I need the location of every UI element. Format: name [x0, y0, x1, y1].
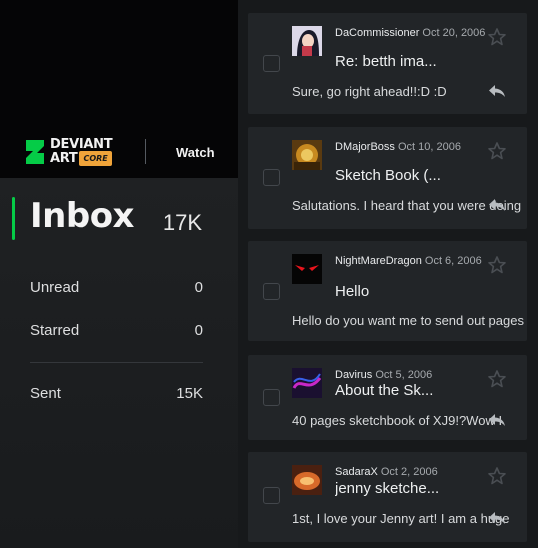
- select-checkbox[interactable]: [263, 487, 280, 504]
- star-icon[interactable]: [487, 141, 507, 161]
- deviantart-logo-icon: [26, 140, 44, 164]
- message-subject[interactable]: jenny sketche...: [335, 480, 455, 497]
- folder-starred[interactable]: Starred 0: [30, 322, 203, 339]
- reply-icon[interactable]: [487, 197, 507, 213]
- avatar: [292, 465, 322, 495]
- select-checkbox[interactable]: [263, 169, 280, 186]
- avatar: [292, 26, 322, 56]
- star-icon[interactable]: [487, 369, 507, 389]
- sender-name[interactable]: DMajorBoss: [335, 141, 395, 153]
- message-date: Oct 2, 2006: [380, 466, 438, 478]
- brand-line2: ART: [50, 151, 78, 166]
- message-list: DaCommissioner Oct 20, 2006 Re: betth im…: [238, 0, 538, 548]
- message-date: Oct 10, 2006: [397, 141, 461, 153]
- select-checkbox[interactable]: [263, 283, 280, 300]
- folder-unread[interactable]: Unread 0: [30, 279, 203, 296]
- watch-button[interactable]: Watch: [176, 145, 215, 160]
- sender-name[interactable]: SadaraX: [335, 466, 378, 478]
- sender-name[interactable]: NightMareDragon: [335, 255, 422, 267]
- reply-icon[interactable]: [487, 83, 507, 99]
- folder-label: Sent: [30, 385, 61, 402]
- sender-name[interactable]: DaCommissioner: [335, 27, 419, 39]
- message-item[interactable]: Davirus Oct 5, 2006 About the Sk... 40 p…: [248, 355, 527, 440]
- reply-icon[interactable]: [487, 412, 507, 428]
- core-badge: CORE: [79, 151, 112, 166]
- select-checkbox[interactable]: [263, 389, 280, 406]
- avatar: [292, 254, 322, 284]
- deviantart-core-logo[interactable]: DEVIANT ART CORE: [24, 137, 113, 166]
- sender-name[interactable]: Davirus: [335, 369, 372, 381]
- folder-count: 0: [194, 322, 203, 339]
- avatar: [292, 140, 322, 170]
- header-divider: [145, 139, 146, 164]
- inbox-title[interactable]: Inbox: [30, 196, 134, 236]
- message-subject[interactable]: About the Sk...: [335, 382, 455, 399]
- message-item[interactable]: DaCommissioner Oct 20, 2006 Re: betth im…: [248, 13, 527, 114]
- message-subject[interactable]: Sketch Book (...: [335, 167, 455, 184]
- folder-label: Starred: [30, 322, 80, 339]
- avatar: [292, 368, 322, 398]
- star-icon[interactable]: [487, 27, 507, 47]
- select-checkbox[interactable]: [263, 55, 280, 72]
- star-icon[interactable]: [487, 255, 507, 275]
- folder-label: Unread: [30, 279, 80, 296]
- folder-sent[interactable]: Sent 15K: [30, 385, 203, 402]
- inbox-panel: Inbox 17K Unread 0 Starred 0 Sent 15K: [0, 178, 238, 548]
- message-item[interactable]: SadaraX Oct 2, 2006 jenny sketche... 1st…: [248, 452, 527, 542]
- folder-divider: [30, 362, 203, 363]
- message-preview: Hello do you want me to send out pages: [292, 313, 524, 328]
- brand-line1: DEVIANT: [50, 137, 113, 152]
- message-item[interactable]: NightMareDragon Oct 6, 2006 Hello Hello …: [248, 241, 527, 341]
- reply-icon[interactable]: [487, 510, 507, 526]
- message-date: Oct 5, 2006: [375, 369, 433, 381]
- message-subject[interactable]: Hello: [335, 283, 455, 300]
- sidebar: DEVIANT ART CORE Watch Inbox 17K Unread …: [0, 0, 238, 548]
- inbox-count: 17K: [162, 210, 202, 235]
- inbox-active-indicator: [12, 197, 15, 240]
- message-date: Oct 20, 2006: [422, 27, 486, 39]
- message-item[interactable]: DMajorBoss Oct 10, 2006 Sketch Book (...…: [248, 127, 527, 229]
- folder-count: 15K: [176, 385, 203, 402]
- folder-count: 0: [194, 279, 203, 296]
- message-date: Oct 6, 2006: [424, 255, 482, 267]
- star-icon[interactable]: [487, 466, 507, 486]
- message-subject[interactable]: Re: betth ima...: [335, 53, 455, 70]
